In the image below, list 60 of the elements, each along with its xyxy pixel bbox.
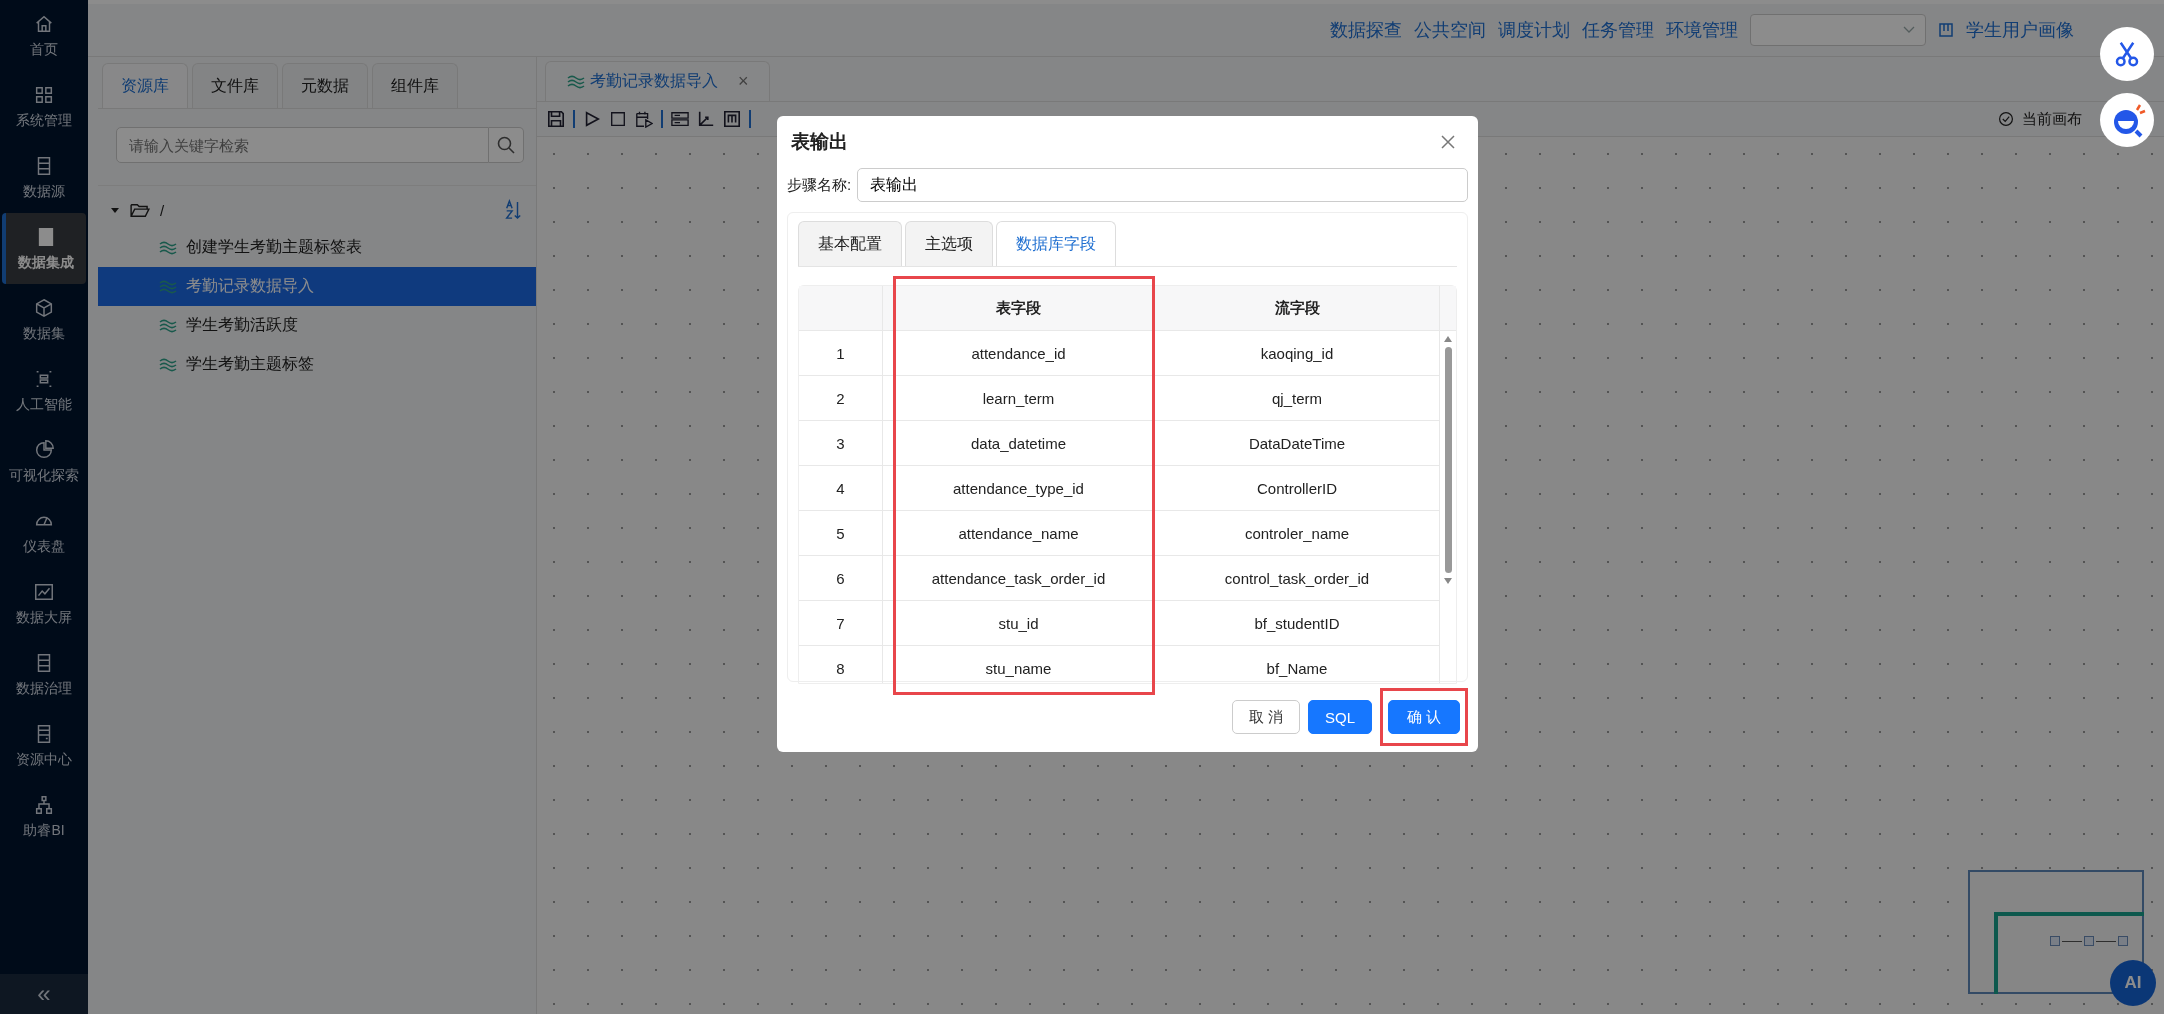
editor-tab[interactable]: 考勤记录数据导入 × <box>545 61 770 101</box>
row-number: 3 <box>799 421 883 465</box>
row-number: 7 <box>799 601 883 645</box>
sidebar-item[interactable]: 仪表盘 <box>2 497 86 568</box>
table-cell: controler_name <box>1155 511 1440 555</box>
table-cell: control_task_order_id <box>1155 556 1440 600</box>
dialog-tab[interactable]: 主选项 <box>905 221 993 266</box>
table-cell: bf_Name <box>1155 646 1440 683</box>
nav-link[interactable]: 公共空间 <box>1414 18 1486 42</box>
sidebar-item[interactable]: 资源中心 <box>2 710 86 781</box>
row-number: 5 <box>799 511 883 555</box>
panel-tab[interactable]: 元数据 <box>282 63 368 108</box>
panel-tab[interactable]: 资源库 <box>102 63 188 108</box>
editor-tab-label: 考勤记录数据导入 <box>590 71 718 91</box>
tree-item[interactable]: 创建学生考勤主题标签表 <box>98 228 536 267</box>
row-number: 2 <box>799 376 883 420</box>
step-name-label: 步骤名称: <box>787 175 852 195</box>
dialog-button[interactable]: SQL <box>1308 700 1372 734</box>
collapse-button[interactable]: « <box>0 974 88 1014</box>
canvas-status: 当前画布 <box>2022 109 2082 129</box>
panel-tab[interactable]: 组件库 <box>372 63 458 108</box>
nav-link[interactable]: 数据探查 <box>1330 18 1402 42</box>
confirm-button[interactable]: 确 认 <box>1388 700 1460 734</box>
sidebar-item[interactable]: 助睿BI <box>2 781 86 852</box>
step-name-field[interactable]: 表输出 <box>857 168 1468 202</box>
nav-link[interactable]: 调度计划 <box>1498 18 1570 42</box>
dialog-tab[interactable]: 基本配置 <box>798 221 902 266</box>
sidebar-item[interactable]: 数据大屏 <box>2 568 86 639</box>
panel-tab[interactable]: 文件库 <box>192 63 278 108</box>
sidebar-item[interactable]: 数据集成 <box>2 213 86 284</box>
nav-link[interactable]: 环境管理 <box>1666 18 1738 42</box>
nav-link[interactable]: 任务管理 <box>1582 18 1654 42</box>
sidebar-item[interactable]: 数据源 <box>2 142 86 213</box>
tree-item[interactable]: 学生考勤活跃度 <box>98 306 536 345</box>
table-cell: qj_term <box>1155 376 1440 420</box>
sidebar-item[interactable]: 系统管理 <box>2 71 86 142</box>
sidebar-item[interactable]: 首页 <box>2 0 86 71</box>
tree-root-label[interactable]: / <box>160 201 494 219</box>
sidebar-item[interactable]: 人工智能 <box>2 355 86 426</box>
ai-button[interactable]: AI <box>2110 960 2156 1006</box>
row-number: 4 <box>799 466 883 510</box>
column-header: 流字段 <box>1155 286 1440 330</box>
table-cell: DataDateTime <box>1155 421 1440 465</box>
search-field[interactable]: 请输入关键字检索 <box>116 127 489 163</box>
table-cell: ControllerID <box>1155 466 1440 510</box>
tree-item[interactable]: 考勤记录数据导入 <box>98 267 536 306</box>
row-number: 6 <box>799 556 883 600</box>
sidebar-item[interactable]: 数据治理 <box>2 639 86 710</box>
row-number: 8 <box>799 646 883 683</box>
sidebar-item[interactable]: 数据集 <box>2 284 86 355</box>
tree-item[interactable]: 学生考勤主题标签 <box>98 345 536 384</box>
close-tab-button[interactable]: × <box>738 71 749 92</box>
dialog-button[interactable]: 取 消 <box>1231 700 1300 734</box>
project-link[interactable]: 学生用户画像 <box>1966 18 2074 42</box>
table-cell: kaoqing_id <box>1155 331 1440 375</box>
row-number: 1 <box>799 331 883 375</box>
table-cell: bf_studentID <box>1155 601 1440 645</box>
dialog-title: 表输出 <box>791 130 848 154</box>
dialog-tab[interactable]: 数据库字段 <box>996 221 1116 266</box>
sidebar-item[interactable]: 可视化探索 <box>2 426 86 497</box>
